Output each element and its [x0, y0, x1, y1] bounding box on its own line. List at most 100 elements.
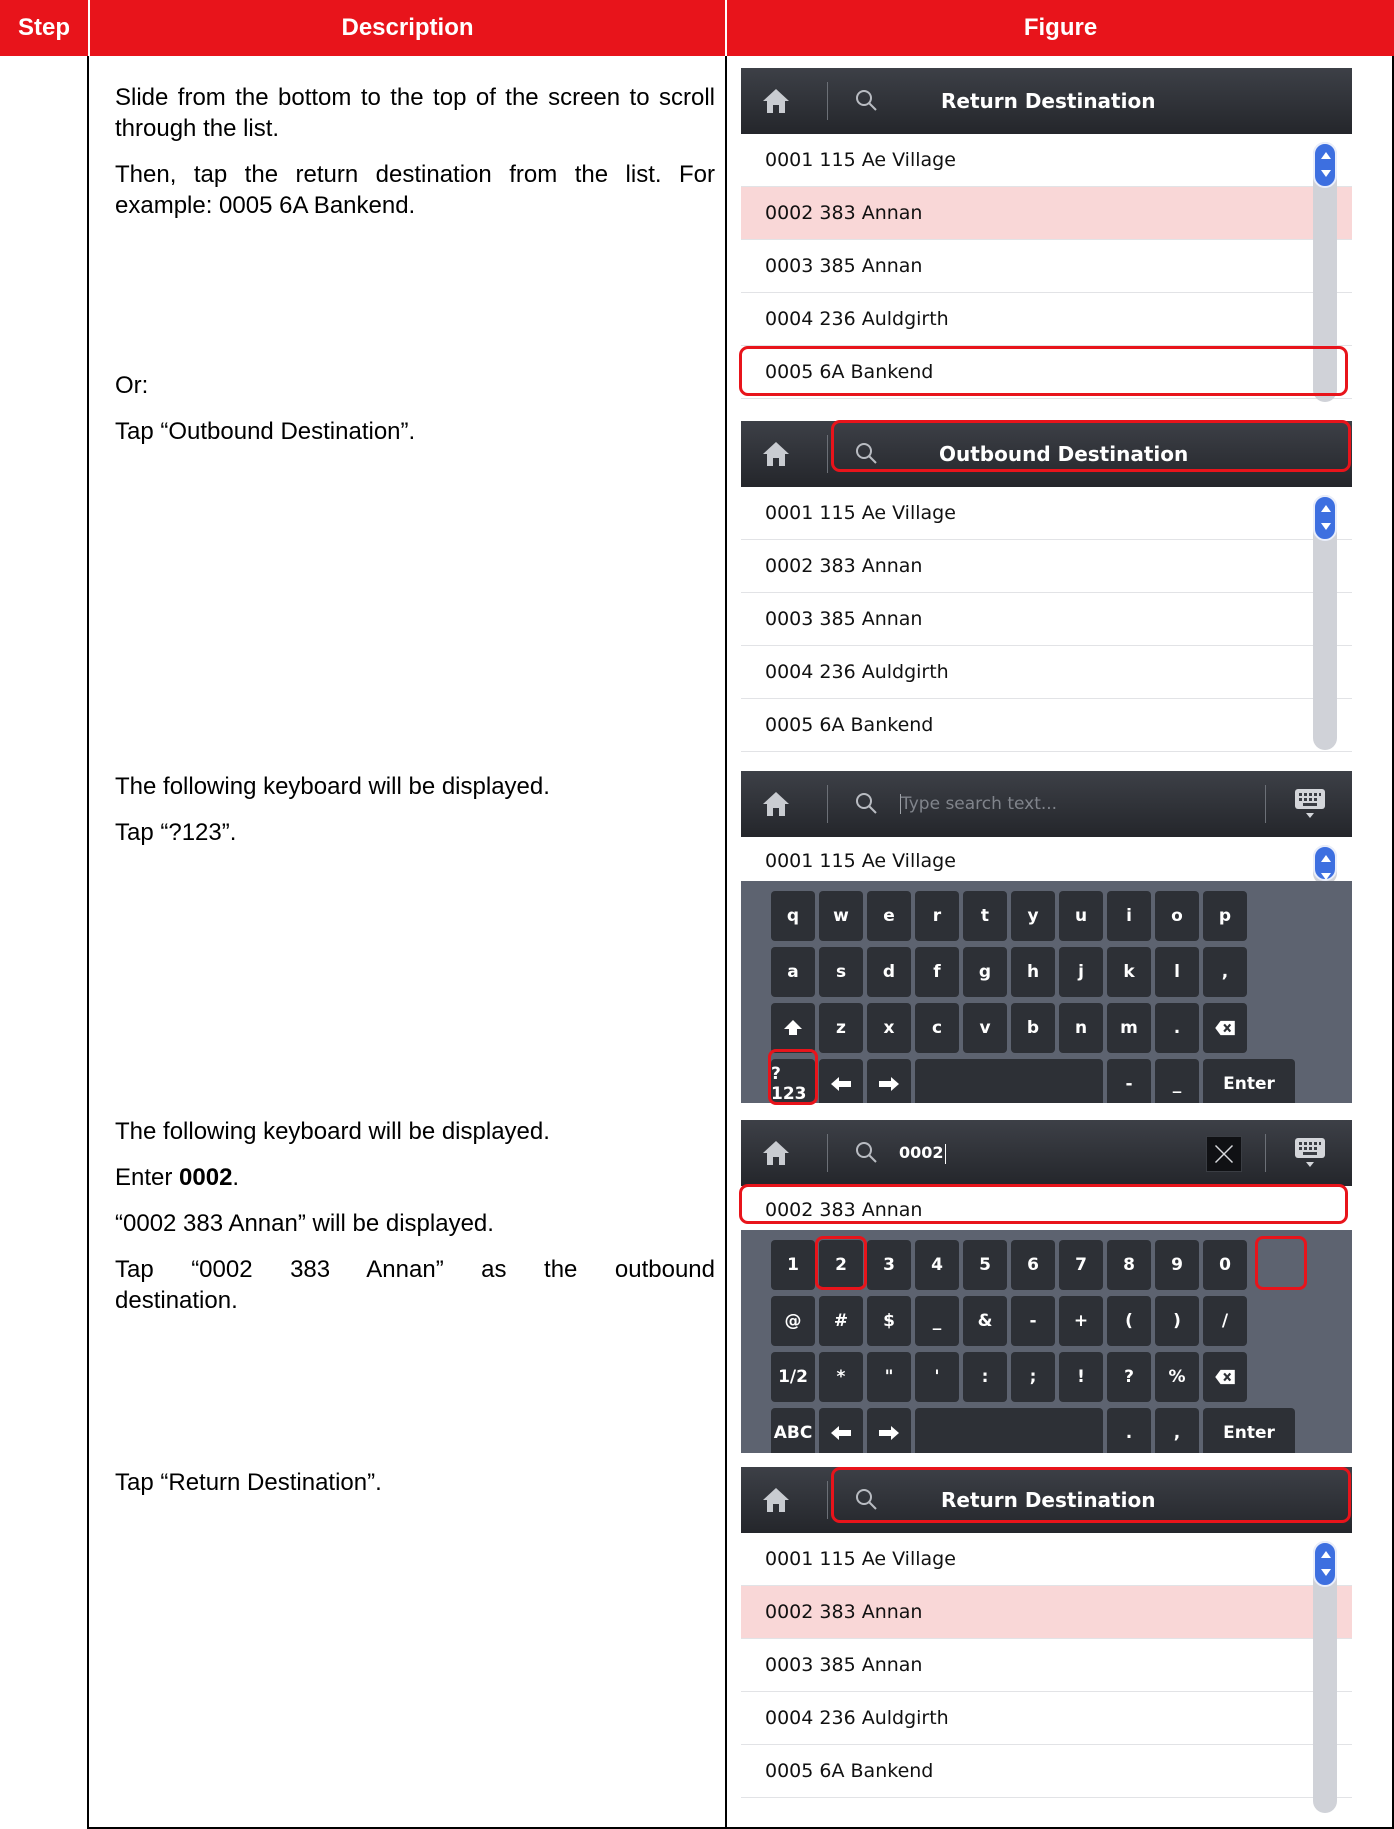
- key[interactable]: ): [1155, 1296, 1199, 1346]
- key[interactable]: ': [915, 1352, 959, 1402]
- search-icon[interactable]: [854, 88, 878, 112]
- search-icon[interactable]: [854, 1140, 878, 1164]
- list-item[interactable]: 0002 383 Annan: [741, 540, 1352, 593]
- scrollbar[interactable]: [1313, 1541, 1337, 1813]
- key[interactable]: :: [963, 1352, 1007, 1402]
- enter-key[interactable]: Enter: [1203, 1059, 1295, 1103]
- key[interactable]: m: [1107, 1003, 1151, 1053]
- key[interactable]: l: [1155, 947, 1199, 997]
- list-item[interactable]: 0003 385 Annan: [741, 1639, 1352, 1692]
- shift-key[interactable]: [771, 1003, 815, 1053]
- key[interactable]: ,: [1155, 1408, 1199, 1453]
- key[interactable]: .: [1155, 1003, 1199, 1053]
- key[interactable]: g: [963, 947, 1007, 997]
- key[interactable]: w: [819, 891, 863, 941]
- page-key[interactable]: 1/2: [771, 1352, 815, 1402]
- backspace-key[interactable]: [1203, 1003, 1247, 1053]
- key[interactable]: t: [963, 891, 1007, 941]
- scroll-thumb[interactable]: [1313, 1541, 1337, 1587]
- list-item[interactable]: 0001 115 Ae Village: [741, 487, 1352, 540]
- key[interactable]: j: [1059, 947, 1103, 997]
- key[interactable]: %: [1155, 1352, 1199, 1402]
- key[interactable]: a: [771, 947, 815, 997]
- key[interactable]: b: [1011, 1003, 1055, 1053]
- key[interactable]: i: [1107, 891, 1151, 941]
- mode-key[interactable]: ?123: [771, 1059, 815, 1103]
- key[interactable]: _: [1155, 1059, 1199, 1103]
- screen-title[interactable]: Outbound Destination: [939, 421, 1352, 487]
- key[interactable]: &: [963, 1296, 1007, 1346]
- key[interactable]: .: [1107, 1408, 1151, 1453]
- key[interactable]: o: [1155, 891, 1199, 941]
- key[interactable]: q: [771, 891, 815, 941]
- key[interactable]: k: [1107, 947, 1151, 997]
- arrow-left-key[interactable]: [819, 1408, 863, 1453]
- list-item[interactable]: 0002 383 Annan: [741, 1186, 1352, 1230]
- key[interactable]: ?: [1107, 1352, 1151, 1402]
- key[interactable]: s: [819, 947, 863, 997]
- list-item[interactable]: 0003 385 Annan: [741, 240, 1352, 293]
- key[interactable]: 5: [963, 1240, 1007, 1290]
- list-item[interactable]: 0005 6A Bankend: [741, 1745, 1352, 1798]
- key[interactable]: !: [1059, 1352, 1103, 1402]
- search-input[interactable]: 0002: [899, 1120, 946, 1186]
- search-icon[interactable]: [854, 1487, 878, 1511]
- list-item[interactable]: 0004 236 Auldgirth: [741, 646, 1352, 699]
- home-icon[interactable]: [761, 790, 791, 818]
- keyboard-icon[interactable]: [1290, 783, 1330, 823]
- list-item[interactable]: 0005 6A Bankend: [741, 699, 1352, 752]
- screen-title[interactable]: Return Destination: [941, 1467, 1352, 1533]
- key[interactable]: -: [1011, 1296, 1055, 1346]
- search-icon[interactable]: [854, 441, 878, 465]
- key[interactable]: $: [867, 1296, 911, 1346]
- key[interactable]: c: [915, 1003, 959, 1053]
- list-item[interactable]: 0003 385 Annan: [741, 593, 1352, 646]
- key[interactable]: ": [867, 1352, 911, 1402]
- key[interactable]: (: [1107, 1296, 1151, 1346]
- key[interactable]: *: [819, 1352, 863, 1402]
- list-item[interactable]: 0001 115 Ae Village: [741, 134, 1352, 187]
- key[interactable]: v: [963, 1003, 1007, 1053]
- key[interactable]: r: [915, 891, 959, 941]
- key[interactable]: 3: [867, 1240, 911, 1290]
- scroll-thumb[interactable]: [1313, 495, 1337, 541]
- list-item[interactable]: 0005 6A Bankend: [741, 346, 1352, 399]
- key[interactable]: -: [1107, 1059, 1151, 1103]
- arrow-left-key[interactable]: [819, 1059, 863, 1103]
- scrollbar[interactable]: [1313, 142, 1337, 402]
- key[interactable]: @: [771, 1296, 815, 1346]
- search-icon[interactable]: [854, 791, 878, 815]
- list-item-selected[interactable]: 0002 383 Annan: [741, 187, 1352, 240]
- key[interactable]: y: [1011, 891, 1055, 941]
- key[interactable]: 0: [1203, 1240, 1247, 1290]
- key[interactable]: ,: [1203, 947, 1247, 997]
- scrollbar[interactable]: [1313, 495, 1337, 750]
- scroll-thumb[interactable]: [1313, 142, 1337, 188]
- home-icon[interactable]: [761, 440, 791, 468]
- key[interactable]: x: [867, 1003, 911, 1053]
- scrollbar[interactable]: [1313, 845, 1337, 885]
- clear-button[interactable]: [1206, 1136, 1242, 1172]
- scroll-thumb[interactable]: [1313, 845, 1337, 881]
- key[interactable]: e: [867, 891, 911, 941]
- key[interactable]: 4: [915, 1240, 959, 1290]
- key[interactable]: 1: [771, 1240, 815, 1290]
- key[interactable]: _: [915, 1296, 959, 1346]
- list-item[interactable]: 0001 115 Ae Village: [741, 1533, 1352, 1586]
- enter-key[interactable]: Enter: [1203, 1408, 1295, 1453]
- arrow-right-key[interactable]: [867, 1059, 911, 1103]
- home-icon[interactable]: [761, 1139, 791, 1167]
- key[interactable]: p: [1203, 891, 1247, 941]
- space-key[interactable]: [915, 1059, 1103, 1103]
- key[interactable]: 8: [1107, 1240, 1151, 1290]
- key[interactable]: 9: [1155, 1240, 1199, 1290]
- key[interactable]: +: [1059, 1296, 1103, 1346]
- home-icon[interactable]: [761, 87, 791, 115]
- key[interactable]: n: [1059, 1003, 1103, 1053]
- search-input[interactable]: Type search text...: [899, 771, 1057, 837]
- key[interactable]: 6: [1011, 1240, 1055, 1290]
- key[interactable]: #: [819, 1296, 863, 1346]
- key[interactable]: d: [867, 947, 911, 997]
- key[interactable]: 2: [819, 1240, 863, 1290]
- home-icon[interactable]: [761, 1486, 791, 1514]
